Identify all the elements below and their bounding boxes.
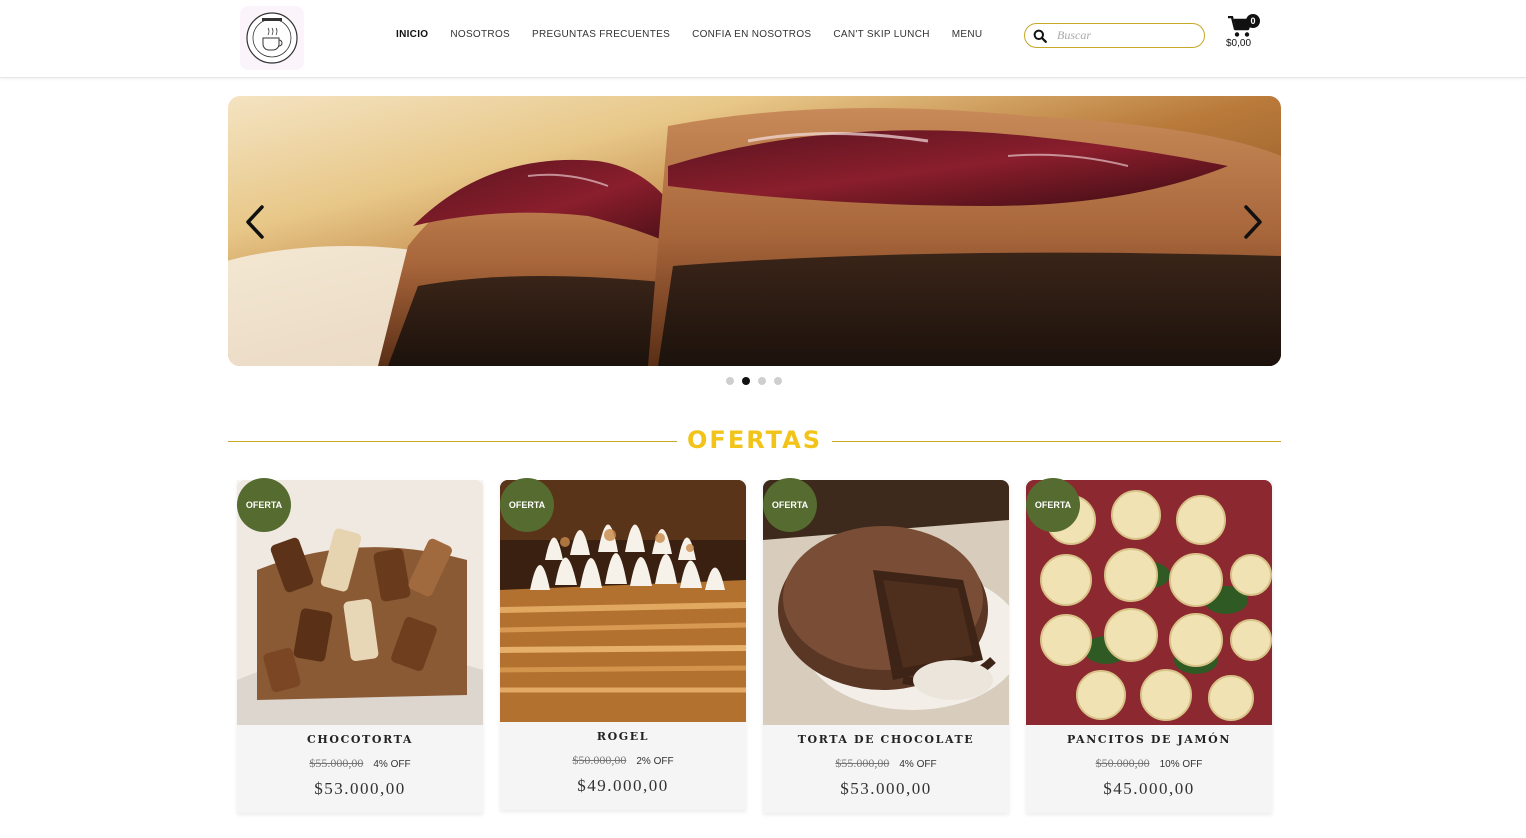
product-price: $53.000,00 (840, 779, 932, 798)
nav-cant-skip-lunch[interactable]: CAN'T SKIP LUNCH (833, 29, 929, 40)
slider-dot-3[interactable] (758, 377, 766, 385)
product-price: $45.000,00 (1103, 779, 1195, 798)
slider-dot-4[interactable] (774, 377, 782, 385)
old-price: $50.000,00 (1095, 756, 1150, 770)
search-icon[interactable] (1033, 29, 1047, 43)
slider-next-arrow-icon[interactable] (1238, 202, 1268, 242)
product-card-chocotorta[interactable]: OFERTA CHOCOTORTA $55.000,00 4% OFF $53.… (237, 478, 483, 813)
discount-label: 10% OFF (1159, 759, 1203, 770)
product-name[interactable]: PANCITOS DE JAMÓN (1026, 733, 1272, 746)
product-name[interactable]: ROGEL (500, 730, 746, 743)
product-price: $53.000,00 (314, 779, 406, 798)
product-name[interactable]: TORTA DE CHOCOLATE (763, 733, 1009, 746)
old-price: $55.000,00 (309, 756, 364, 770)
offer-badge: OFERTA (237, 478, 291, 532)
offer-badge: OFERTA (500, 478, 554, 532)
price-row: $50.000,00 2% OFF (500, 753, 746, 768)
slider-prev-arrow-icon[interactable] (240, 202, 270, 242)
hero-slide-image (228, 96, 1281, 366)
divider-line-left (228, 441, 677, 442)
section-title: OFERTAS (687, 426, 822, 454)
site-header: INICIO NOSOTROS PREGUNTAS FRECUENTES CON… (0, 0, 1526, 78)
cart-widget[interactable]: 0 $0,00 (1225, 14, 1265, 54)
cart-count-badge: 0 (1246, 14, 1260, 28)
product-card-pancitos-de-jamon[interactable]: OFERTA PANCITOS DE JAMÓN $50.000,00 10% … (1026, 478, 1272, 813)
product-card-rogel[interactable]: OFERTA ROGEL $50.000,00 2% OFF $49.000,0… (500, 478, 746, 810)
product-name[interactable]: CHOCOTORTA (237, 733, 483, 746)
price-row: $55.000,00 4% OFF (763, 756, 1009, 771)
price-row: $50.000,00 10% OFF (1026, 756, 1272, 771)
offer-badge: OFERTA (763, 478, 817, 532)
search-box (1024, 23, 1205, 48)
old-price: $55.000,00 (835, 756, 890, 770)
logo-emblem-icon (246, 12, 298, 64)
nav-nosotros[interactable]: NOSOTROS (450, 29, 510, 40)
main-nav: INICIO NOSOTROS PREGUNTAS FRECUENTES CON… (396, 29, 1004, 40)
product-card-torta-de-chocolate[interactable]: OFERTA TORTA DE CHOCOLATE $55.000,00 4% … (763, 478, 1009, 813)
nav-inicio[interactable]: INICIO (396, 29, 428, 40)
slider-dot-2[interactable] (742, 377, 750, 385)
cart-total: $0,00 (1226, 38, 1252, 49)
slider-dot-1[interactable] (726, 377, 734, 385)
discount-label: 4% OFF (899, 759, 937, 770)
search-input[interactable] (1057, 28, 1187, 43)
slider-pagination (726, 377, 782, 385)
discount-label: 2% OFF (636, 756, 674, 767)
old-price: $50.000,00 (572, 753, 627, 767)
offer-badge: OFERTA (1026, 478, 1080, 532)
logo[interactable] (240, 6, 304, 70)
ofertas-header: OFERTAS (228, 424, 1281, 458)
nav-menu[interactable]: MENU (952, 29, 983, 40)
nav-confia-en-nosotros[interactable]: CONFIA EN NOSOTROS (692, 29, 811, 40)
hero-slider[interactable] (228, 96, 1281, 366)
price-row: $55.000,00 4% OFF (237, 756, 483, 771)
discount-label: 4% OFF (373, 759, 411, 770)
divider-line-right (832, 441, 1281, 442)
nav-preguntas-frecuentes[interactable]: PREGUNTAS FRECUENTES (532, 29, 670, 40)
product-price: $49.000,00 (577, 776, 669, 795)
